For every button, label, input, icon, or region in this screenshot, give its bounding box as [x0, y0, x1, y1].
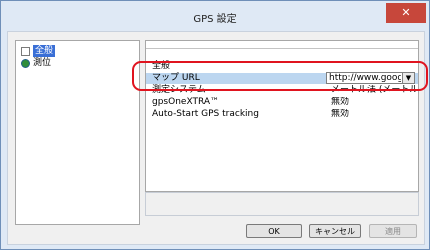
property-name: Auto-Start GPS tracking [152, 109, 259, 119]
apply-button[interactable]: 適用 [369, 224, 417, 238]
highlight-annotation [132, 61, 428, 91]
close-button[interactable]: ✕ [386, 3, 426, 23]
document-icon [21, 46, 30, 56]
tree-item-label: 測位 [33, 58, 52, 68]
category-tree: 全般 測位 [15, 40, 140, 225]
header-divider [146, 48, 418, 49]
description-panel [145, 192, 419, 216]
title-bar: GPS 設定 ✕ [1, 1, 429, 31]
gps-settings-dialog: GPS 設定 ✕ 全般 測位 全般 マップ URL http://www.goo… [0, 0, 430, 250]
tree-item-label: 全般 [33, 45, 56, 57]
property-value: 無効 [331, 109, 350, 119]
tree-item-positioning[interactable]: 測位 [21, 57, 51, 69]
ok-button[interactable]: OK [246, 224, 302, 238]
property-row-gpsonextra[interactable]: gpsOneXTRA™ 無効 [146, 97, 418, 108]
property-row-auto-start[interactable]: Auto-Start GPS tracking 無効 [146, 109, 418, 120]
tree-item-general[interactable]: 全般 [21, 45, 56, 57]
globe-icon [21, 58, 30, 68]
property-value: 無効 [331, 97, 350, 107]
cancel-button[interactable]: キャンセル [309, 224, 361, 238]
property-name: gpsOneXTRA™ [152, 97, 219, 107]
dialog-title: GPS 設定 [193, 14, 237, 25]
